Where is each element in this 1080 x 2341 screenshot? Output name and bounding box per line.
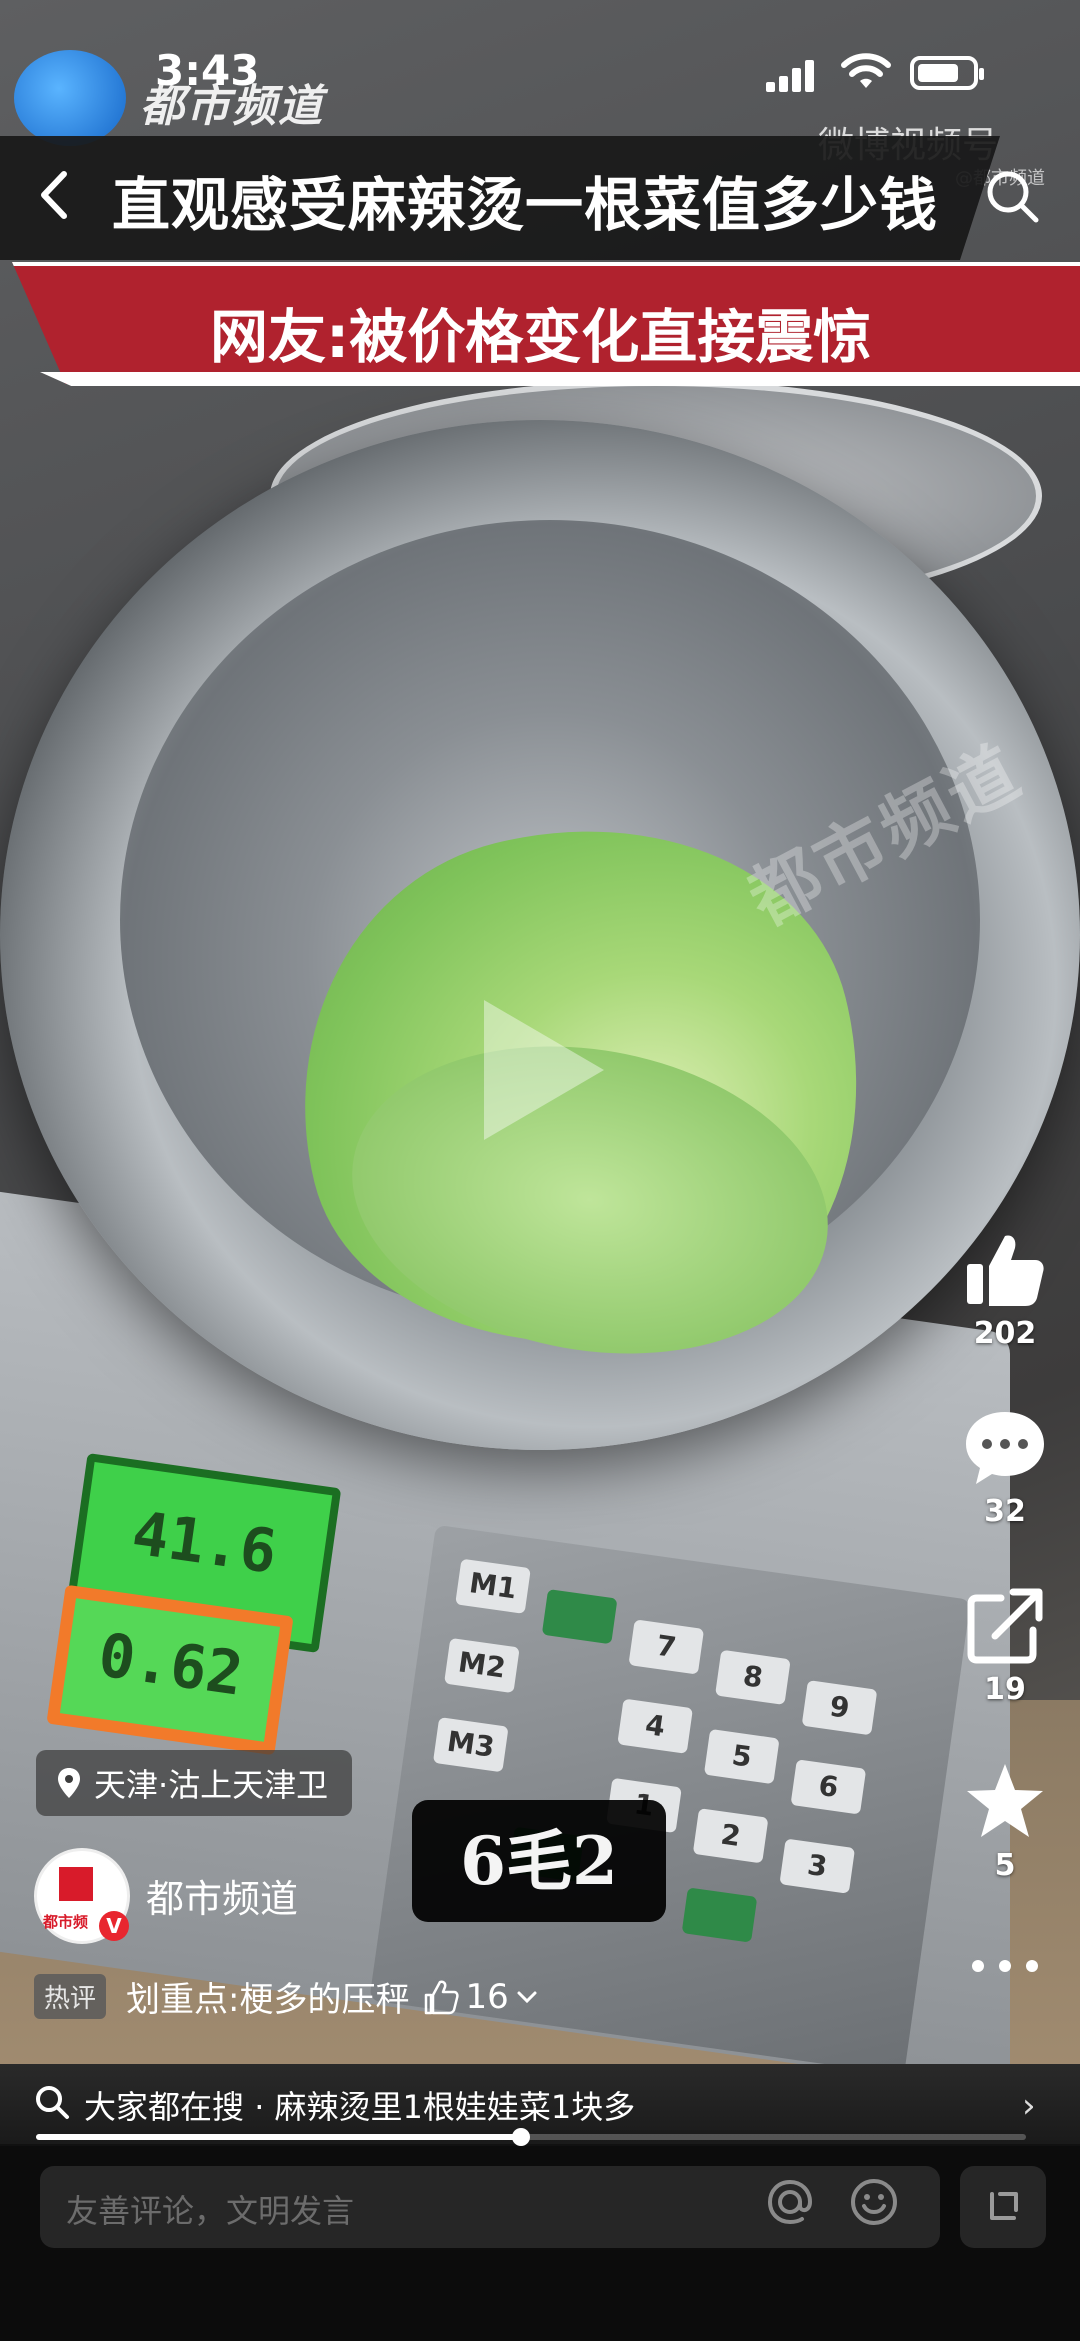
scale-key-green [681, 1887, 758, 1943]
chevron-right-icon: › [1022, 2086, 1036, 2126]
search-suggestion-text: 大家都在搜 · 麻辣烫里1根娃娃菜1块多 [84, 2082, 635, 2128]
thumbs-up-icon [967, 1235, 1044, 1306]
search-suggestion-prefix: 大家都在搜 [84, 2088, 245, 2126]
scale-key: 7 [628, 1619, 705, 1675]
video-progress-fill [36, 2134, 522, 2140]
scale-key: 6 [790, 1759, 867, 1815]
hot-comment-likes: 16 [423, 1977, 538, 2017]
author-name[interactable]: 都市频道 [146, 1868, 298, 1923]
mention-icon[interactable] [764, 2176, 816, 2228]
price-value: 0.62 [94, 1620, 248, 1710]
share-count: 19 [984, 1672, 1026, 1707]
hot-comment-like-count: 16 [465, 1976, 509, 2017]
weight-value: 41.6 [127, 1498, 281, 1588]
video-subtitle: 6毛2 [412, 1800, 666, 1922]
wifi-icon [841, 53, 891, 88]
comment-button[interactable]: 32 [950, 1408, 1060, 1529]
avatar[interactable]: 都市频 V [34, 1848, 130, 1944]
share-icon [967, 1588, 1043, 1664]
scale-key-green [541, 1588, 618, 1645]
search-icon[interactable] [982, 166, 1042, 226]
cell-signal-icon [766, 58, 816, 92]
scale-key: 4 [617, 1698, 693, 1754]
back-icon[interactable] [30, 160, 80, 230]
video-progress-bar[interactable] [36, 2128, 1026, 2146]
avatar-text: 都市频 [43, 1913, 89, 1931]
scale-key: M2 [444, 1637, 520, 1694]
subheadline-text: 网友:被价格变化直接震惊 [210, 303, 872, 371]
comment-bubble-icon [966, 1412, 1044, 1484]
verified-badge-icon: V [99, 1911, 129, 1941]
more-options-icon[interactable] [970, 1956, 1040, 1976]
hot-comment-text: 划重点:梗多的压秤 [126, 1980, 410, 2020]
favorite-button[interactable]: 5 [950, 1760, 1060, 1883]
search-icon [36, 2086, 69, 2119]
location-tag[interactable]: 天津·沽上天津卫 [36, 1750, 353, 1816]
expand-icon [990, 2192, 1018, 2220]
like-button[interactable]: 202 [950, 1230, 1060, 1351]
play-icon[interactable] [484, 1000, 604, 1140]
location-pin-icon [58, 1768, 80, 1798]
hot-comment[interactable]: 热评 划重点:梗多的压秤 16 [34, 1972, 539, 2021]
fullscreen-button[interactable] [960, 2166, 1046, 2248]
favorite-count: 5 [994, 1848, 1016, 1883]
battery-icon [910, 56, 984, 90]
scale-key: 5 [703, 1728, 780, 1785]
scale-key: 2 [692, 1808, 769, 1864]
search-suggestion-separator: · [254, 2088, 275, 2126]
scale-key: 3 [779, 1838, 856, 1894]
search-suggestion-query: 麻辣烫里1根娃娃菜1块多 [274, 2088, 636, 2126]
scale-key: 8 [715, 1649, 791, 1705]
chevron-down-icon [517, 1991, 537, 2003]
video-progress-handle[interactable] [512, 2128, 531, 2146]
thumbs-up-outline-icon [425, 1980, 460, 2014]
search-suggestion-bar[interactable]: 大家都在搜 · 麻辣烫里1根娃娃菜1块多 › [0, 2064, 1080, 2144]
share-button[interactable]: 19 [950, 1586, 1060, 1707]
video-player-screen: 41.6 0.62 M1 7 8 9 M2 4 5 6 M3 1 2 3 都市频… [0, 0, 1080, 2341]
location-text: 天津·沽上天津卫 [94, 1766, 329, 1804]
star-icon [967, 1764, 1043, 1837]
comment-placeholder: 友善评论，文明发言 [66, 2192, 355, 2230]
scale-key: M3 [432, 1717, 509, 1773]
emoji-icon[interactable] [848, 2176, 900, 2228]
scale-key: 9 [801, 1680, 878, 1736]
channel-logo-icon [14, 50, 126, 146]
channel-logo-text: 都市频道 [140, 81, 324, 132]
like-count: 202 [973, 1316, 1037, 1351]
comment-count: 32 [984, 1494, 1026, 1529]
headline-title: 直观感受麻辣烫一根菜值多少钱 [112, 171, 939, 239]
scale-key: M1 [455, 1558, 531, 1614]
banner-stripe [40, 372, 1080, 386]
hot-comment-tag: 热评 [34, 1974, 107, 2019]
